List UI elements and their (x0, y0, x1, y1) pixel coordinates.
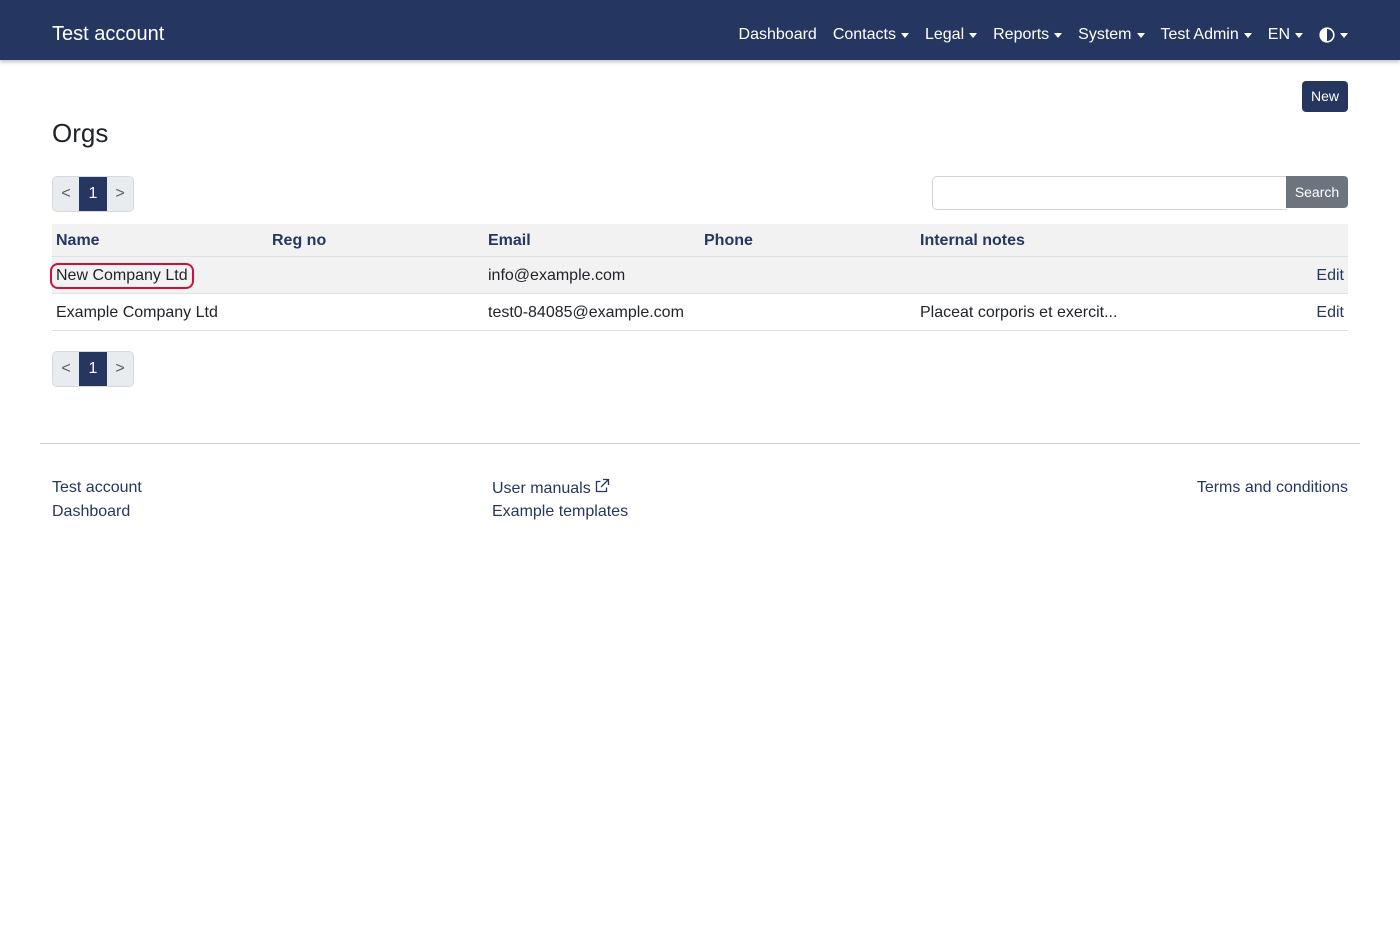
nav-system-label: System (1078, 26, 1132, 43)
footer-divider (40, 443, 1360, 444)
nav-dashboard[interactable]: Dashboard (739, 23, 817, 47)
chevron-down-icon (1054, 32, 1063, 38)
nav-system-dropdown[interactable]: System (1078, 23, 1145, 47)
pagination-next-button[interactable]: > (107, 352, 133, 386)
footer-link-test-account[interactable]: Test account (52, 478, 142, 498)
column-header-name[interactable]: Name (56, 231, 100, 251)
nav-language-dropdown[interactable]: EN (1268, 23, 1303, 47)
search-input[interactable] (932, 176, 1287, 210)
pagination-bottom: < 1 > (52, 351, 134, 387)
chevron-down-icon (1136, 32, 1145, 38)
chevron-down-icon (1340, 32, 1348, 38)
pagination-page-current[interactable]: 1 (79, 177, 107, 211)
footer-link-example-templates[interactable]: Example templates (492, 502, 628, 522)
footer-link-user-manuals-label: User manuals (492, 480, 591, 497)
nav-reports-dropdown[interactable]: Reports (993, 23, 1063, 47)
footer-link-user-manuals[interactable]: User manuals (492, 478, 610, 499)
search-button[interactable]: Search (1286, 176, 1348, 208)
nav-legal-label: Legal (924, 26, 965, 43)
nav-reports-label: Reports (993, 26, 1050, 43)
org-name-cell[interactable]: New Company Ltd (50, 263, 194, 289)
nav-menu: Dashboard Contacts Legal Reports System … (739, 23, 1348, 47)
pagination-top: < 1 > (52, 176, 134, 212)
column-header-reg-no[interactable]: Reg no (272, 231, 326, 251)
top-navbar: Test account Dashboard Contacts Legal Re… (0, 0, 1400, 60)
org-name-cell[interactable]: Example Company Ltd (56, 303, 218, 323)
edit-link[interactable]: Edit (1316, 266, 1344, 286)
nav-contacts-label: Contacts (832, 26, 896, 43)
nav-legal-dropdown[interactable]: Legal (924, 23, 978, 47)
chevron-down-icon (969, 32, 978, 38)
email-cell: info@example.com (488, 267, 626, 284)
external-link-icon (595, 478, 609, 493)
chevron-down-icon (1295, 32, 1303, 38)
table-row[interactable]: New Company Ltd info@example.com Edit (50, 257, 1348, 294)
page-title: Orgs (52, 118, 109, 148)
nav-theme-dropdown[interactable] (1319, 27, 1348, 43)
column-header-email[interactable]: Email (488, 231, 531, 251)
nav-user-dropdown[interactable]: Test Admin (1161, 23, 1252, 47)
orgs-table: Name Reg no Email Phone Internal notes N… (50, 224, 1348, 331)
table-row[interactable]: Example Company Ltd test0-84085@example.… (52, 294, 1348, 331)
column-header-internal-notes[interactable]: Internal notes (920, 231, 1025, 251)
pagination-page-current[interactable]: 1 (79, 352, 107, 386)
footer-link-dashboard[interactable]: Dashboard (52, 502, 130, 522)
email-cell: test0-84085@example.com (488, 304, 684, 321)
column-header-phone[interactable]: Phone (704, 231, 753, 251)
internal-notes-cell: Placeat corporis et exercit... (920, 304, 1118, 321)
new-org-button[interactable]: New (1302, 81, 1348, 112)
nav-user-label: Test Admin (1160, 26, 1239, 43)
brand-link[interactable]: Test account (52, 22, 164, 46)
nav-contacts-dropdown[interactable]: Contacts (833, 23, 909, 47)
pagination-prev-button[interactable]: < (53, 352, 79, 386)
edit-link[interactable]: Edit (1316, 303, 1344, 323)
footer-link-terms[interactable]: Terms and conditions (1197, 478, 1348, 498)
nav-language-label: EN (1267, 26, 1290, 43)
table-header: Name Reg no Email Phone Internal notes (52, 224, 1348, 257)
pagination-prev-button[interactable]: < (53, 177, 79, 211)
chevron-down-icon (1243, 32, 1252, 38)
pagination-next-button[interactable]: > (107, 177, 133, 211)
nav-dashboard-label: Dashboard (738, 26, 817, 43)
contrast-half-circle-icon (1319, 27, 1335, 43)
chevron-down-icon (900, 32, 909, 38)
